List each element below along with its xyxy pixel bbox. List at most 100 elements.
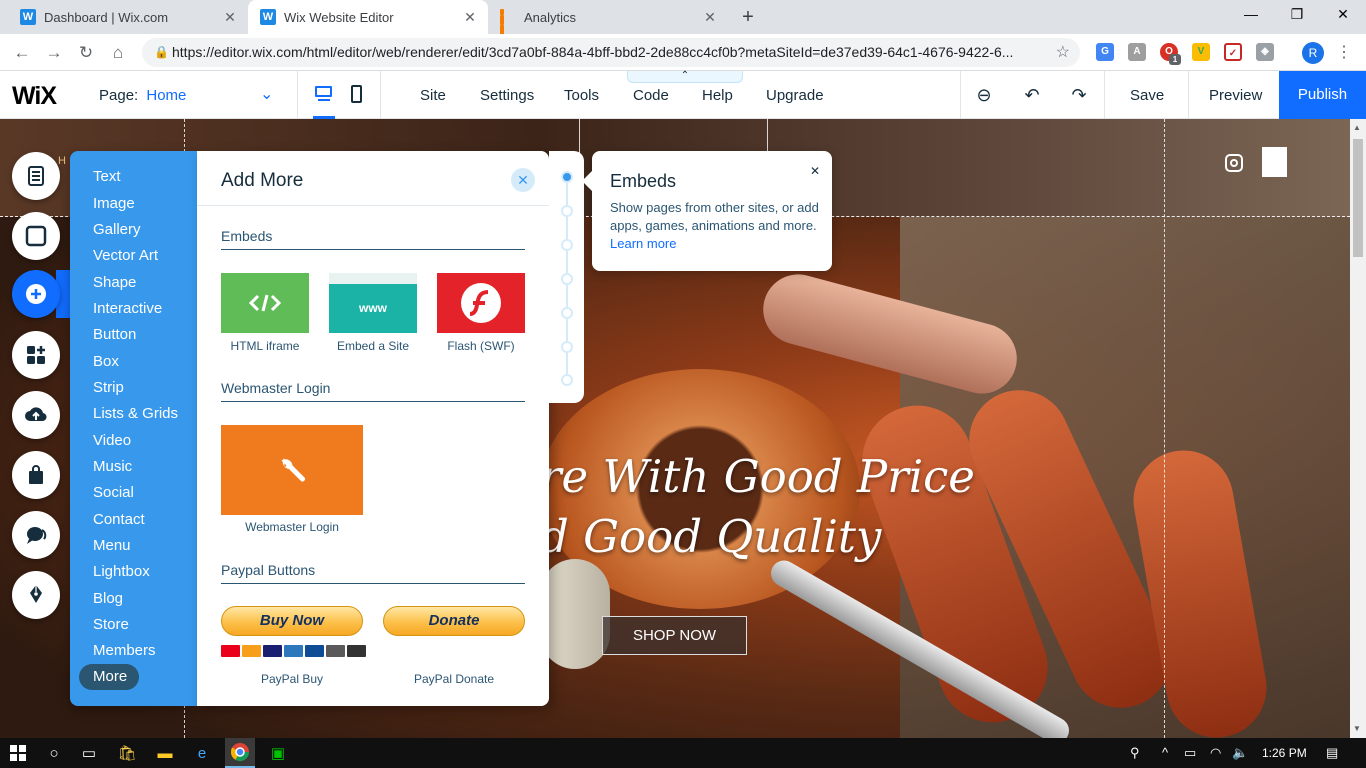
category-strip[interactable]: Strip [93, 379, 124, 396]
wifi-icon[interactable]: ◠ [1210, 745, 1221, 761]
category-button[interactable]: Button [93, 326, 136, 343]
blog-button[interactable] [12, 571, 60, 619]
browser-menu-icon[interactable]: ⋮ [1336, 42, 1352, 62]
file-explorer-icon[interactable]: ▬ [155, 743, 175, 763]
pages-menu-button[interactable] [12, 152, 60, 200]
category-music[interactable]: Music [93, 458, 132, 475]
rail-dot-embeds[interactable] [561, 171, 573, 183]
save-button[interactable]: Save [1130, 87, 1164, 104]
mobile-view-icon[interactable] [351, 85, 362, 103]
system-clock[interactable]: 1:26 PM [1262, 746, 1307, 760]
category-store[interactable]: Store [93, 616, 129, 633]
menu-help[interactable]: Help [702, 87, 733, 104]
page-selector[interactable]: Page: Home [99, 87, 186, 104]
webmaster-login-tile[interactable] [221, 425, 363, 515]
chevron-up-icon[interactable]: ^ [1162, 745, 1168, 760]
category-menu[interactable]: Menu [93, 537, 131, 554]
add-apps-button[interactable] [12, 331, 60, 379]
category-social[interactable]: Social [93, 484, 134, 501]
wix-logo[interactable]: WiX [12, 82, 57, 111]
close-tab-icon[interactable]: ✕ [222, 9, 238, 26]
add-elements-button[interactable] [12, 270, 60, 318]
translate-extension-icon[interactable]: G [1096, 43, 1114, 61]
windows-start-icon[interactable] [8, 743, 28, 763]
category-image[interactable]: Image [93, 195, 135, 212]
address-bar-input[interactable]: 🔒 https://editor.wix.com/html/editor/web… [142, 38, 1080, 67]
publish-button[interactable]: Publish [1279, 71, 1366, 119]
html-iframe-tile[interactable] [221, 273, 309, 333]
rail-dot[interactable] [561, 205, 573, 217]
forward-arrow-icon[interactable]: → [43, 42, 65, 64]
close-icon[interactable]: ✕ [511, 168, 535, 192]
close-icon[interactable]: ✕ [810, 164, 820, 178]
instagram-icon[interactable] [1225, 154, 1243, 172]
category-box[interactable]: Box [93, 353, 119, 370]
scroll-up-arrow-icon[interactable]: ▲ [1353, 123, 1361, 132]
close-window-icon[interactable]: ✕ [1328, 6, 1358, 23]
category-text[interactable]: Text [93, 168, 121, 185]
bookmark-star-icon[interactable]: ☆ [1056, 38, 1070, 67]
canvas-scrollbar[interactable]: ▲ ▼ [1350, 119, 1366, 738]
browser-tab-editor[interactable]: W Wix Website Editor ✕ [248, 0, 488, 34]
social-placeholder-box[interactable] [1262, 147, 1287, 177]
todoist-extension-icon[interactable]: ✓ [1224, 43, 1242, 61]
edge-browser-icon[interactable]: e [192, 743, 212, 763]
paypal-buy-now-button[interactable]: Buy Now [221, 606, 363, 636]
category-lists-grids[interactable]: Lists & Grids [93, 405, 178, 422]
browser-tab-dashboard[interactable]: W Dashboard | Wix.com ✕ [8, 0, 248, 34]
shield-extension-icon[interactable]: ◈ [1256, 43, 1274, 61]
shop-now-button[interactable]: SHOP NOW [602, 616, 747, 655]
category-vector-art[interactable]: Vector Art [93, 247, 158, 264]
category-contact[interactable]: Contact [93, 511, 145, 528]
scrollbar-thumb[interactable] [1353, 139, 1363, 257]
flash-swf-tile[interactable] [437, 273, 525, 333]
search-icon[interactable]: ○ [44, 743, 64, 763]
category-blog[interactable]: Blog [93, 590, 123, 607]
menu-upgrade[interactable]: Upgrade [766, 87, 824, 104]
preview-button[interactable]: Preview [1209, 87, 1262, 104]
chevron-down-icon[interactable]: ⌄ [260, 84, 273, 104]
chat-button[interactable] [12, 511, 60, 559]
chrome-taskbar-button[interactable] [225, 738, 255, 768]
close-tab-icon[interactable]: ✕ [702, 9, 718, 26]
menu-tools[interactable]: Tools [564, 87, 599, 104]
menu-settings[interactable]: Settings [480, 87, 534, 104]
rail-dot[interactable] [561, 374, 573, 386]
category-members[interactable]: Members [93, 642, 156, 659]
grammar-extension-icon[interactable]: V [1192, 43, 1210, 61]
restore-window-icon[interactable]: ❐ [1282, 6, 1312, 23]
battery-icon[interactable]: ▭ [1184, 745, 1196, 761]
close-tab-icon[interactable]: ✕ [462, 9, 478, 26]
menu-site[interactable]: Site [420, 87, 446, 104]
task-view-icon[interactable]: ▭ [79, 743, 99, 763]
background-button[interactable] [12, 212, 60, 260]
code-panel-toggle[interactable]: ⌃ [627, 71, 743, 83]
volume-icon[interactable]: 🔈 [1232, 745, 1248, 761]
rail-dot[interactable] [561, 239, 573, 251]
store-app-icon[interactable]: 🛍 [117, 743, 137, 763]
browser-tab-analytics[interactable]: Analytics ✕ [488, 0, 728, 40]
category-lightbox[interactable]: Lightbox [93, 563, 150, 580]
site-menu-fragment[interactable]: H [58, 155, 66, 167]
scroll-down-arrow-icon[interactable]: ▼ [1353, 724, 1361, 733]
redo-icon[interactable]: ↷ [1067, 85, 1091, 106]
category-video[interactable]: Video [93, 432, 131, 449]
media-upload-button[interactable] [12, 391, 60, 439]
rail-dot[interactable] [561, 307, 573, 319]
category-more[interactable]: More [79, 664, 139, 690]
category-shape[interactable]: Shape [93, 274, 136, 291]
minimize-window-icon[interactable]: — [1236, 6, 1266, 22]
new-tab-button[interactable]: + [736, 6, 760, 29]
people-icon[interactable]: ⚲ [1130, 745, 1140, 761]
line-app-icon[interactable]: ▣ [268, 743, 288, 763]
desktop-view-icon[interactable] [314, 84, 334, 102]
undo-icon[interactable]: ↶ [1020, 85, 1044, 106]
store-button[interactable] [12, 451, 60, 499]
home-icon[interactable]: ⌂ [107, 42, 129, 64]
profile-avatar[interactable]: R [1302, 42, 1324, 64]
category-interactive[interactable]: Interactive [93, 300, 162, 317]
embed-a-site-tile[interactable]: www [329, 273, 417, 333]
learn-more-link[interactable]: Learn more [610, 236, 676, 251]
category-gallery[interactable]: Gallery [93, 221, 141, 238]
pdf-extension-icon[interactable]: A [1128, 43, 1146, 61]
